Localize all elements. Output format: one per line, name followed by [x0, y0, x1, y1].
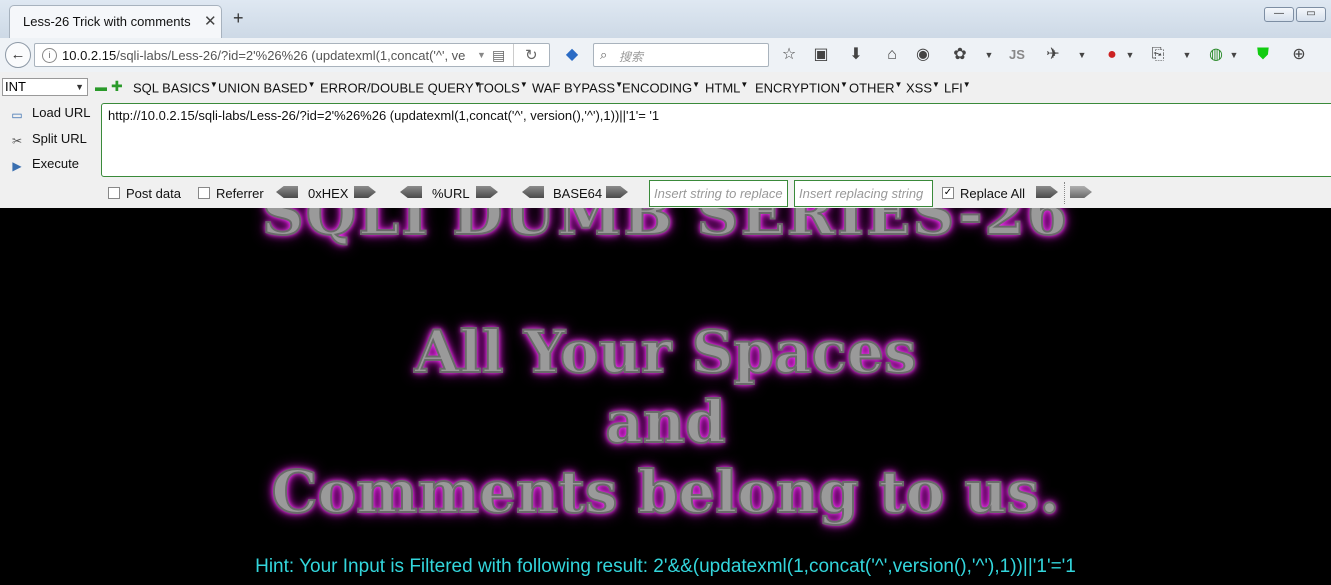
separator	[1064, 182, 1066, 204]
minus-icon[interactable]: ▬	[95, 80, 107, 94]
menu-other[interactable]: OTHER▼	[849, 80, 902, 95]
palette-icon[interactable]: ✿	[950, 46, 970, 64]
hackbar-icon[interactable]: ●	[1102, 46, 1122, 64]
scissors-icon: ✂	[11, 134, 23, 148]
reading-list-icon[interactable]: ▣	[811, 46, 831, 64]
reload-icon[interactable]: ↻	[525, 46, 538, 64]
url-text: 10.0.2.15/sqli-labs/Less-26/?id=2'%26%26…	[62, 48, 482, 63]
bookmark-star-icon[interactable]: ☆	[779, 46, 799, 64]
banner-line-3: Comments belong to us.	[270, 457, 1060, 527]
js-icon[interactable]: JS	[1007, 46, 1027, 64]
plus-icon[interactable]: ✚	[111, 78, 123, 95]
page-content: SQLI DUMB SERIES-26 All Your Spaces and …	[0, 208, 1331, 585]
tab-active[interactable]: Less-26 Trick with comments ✕	[9, 5, 222, 38]
reader-icon[interactable]: ▤	[492, 47, 505, 64]
pocket-icon[interactable]: ◆	[562, 46, 582, 64]
downloads-icon[interactable]: ⬇	[846, 46, 866, 64]
tab-title: Less-26 Trick with comments	[23, 14, 191, 29]
menu-sql-basics[interactable]: SQL BASICS▼	[133, 80, 218, 95]
replace-all-label: Replace All	[960, 186, 1026, 201]
nav-bar: ← i 10.0.2.15/sqli-labs/Less-26/?id=2'%2…	[0, 38, 1331, 73]
search-input[interactable]: ⌕ 搜索	[593, 43, 769, 67]
dropdown-icon[interactable]: ▼	[477, 50, 486, 60]
menu-encryption[interactable]: ENCRYPTION▼	[755, 80, 848, 95]
menu-xss[interactable]: XSS▼	[906, 80, 940, 95]
play-icon: ▶	[12, 159, 22, 173]
search-placeholder: 搜索	[619, 50, 644, 64]
load-url-icon: ▭	[11, 108, 23, 122]
satellite-icon[interactable]: ✈	[1043, 46, 1063, 64]
menu-union-based[interactable]: UNION BASED▼	[218, 80, 316, 95]
url-bar[interactable]: i 10.0.2.15/sqli-labs/Less-26/?id=2'%26%…	[34, 43, 550, 67]
filter-hint: Hint: Your Input is Filtered with follow…	[255, 556, 1076, 577]
info-icon[interactable]: i	[42, 48, 57, 63]
replace-all-checkbox[interactable]: ✓	[942, 187, 954, 199]
banner-title: SQLI DUMB SERIES-26	[261, 208, 1070, 249]
url-path: /sqli-labs/Less-26/?id=2'%26%26 (updatex…	[116, 48, 466, 63]
url-divider	[513, 44, 514, 66]
menu-encoding[interactable]: ENCODING▼	[622, 80, 700, 95]
execute-button[interactable]: ▶ Execute	[10, 156, 79, 173]
dropdown-icon[interactable]: ▼	[1072, 46, 1092, 64]
type-select-value: INT	[5, 79, 26, 94]
menu-tools[interactable]: TOOLS▼	[476, 80, 528, 95]
clipboard-icon[interactable]: ⎘	[1148, 46, 1168, 64]
back-button[interactable]: ←	[5, 42, 31, 68]
referrer-label: Referrer	[216, 186, 264, 201]
base64-label: BASE64	[553, 186, 603, 201]
chevron-down-icon: ▼	[75, 82, 84, 92]
post-data-label: Post data	[126, 186, 181, 201]
post-data-checkbox[interactable]	[108, 187, 120, 199]
load-url-button[interactable]: ▭ Load URL	[10, 105, 90, 122]
minimize-button[interactable]: —	[1264, 7, 1294, 22]
globe-icon[interactable]: ◍	[1206, 46, 1226, 64]
replace-string-input[interactable]: Insert string to replace	[649, 180, 788, 207]
referrer-checkbox[interactable]	[198, 187, 210, 199]
dropdown-icon[interactable]: ▼	[979, 46, 999, 64]
replacing-string-input[interactable]: Insert replacing string	[794, 180, 933, 207]
hex-label: 0xHEX	[308, 186, 349, 201]
new-tab-button[interactable]: +	[233, 9, 244, 27]
split-url-button[interactable]: ✂ Split URL	[10, 131, 87, 148]
tab-close-icon[interactable]: ✕	[204, 12, 217, 30]
menu-lfi[interactable]: LFI▼	[944, 80, 971, 95]
menu-error-double-query[interactable]: ERROR/DOUBLE QUERY▼	[320, 80, 482, 95]
menu-html[interactable]: HTML▼	[705, 80, 748, 95]
dropdown-icon[interactable]: ▼	[1224, 46, 1244, 64]
menu-waf-bypass[interactable]: WAF BYPASS▼	[532, 80, 623, 95]
dropdown-icon[interactable]: ▼	[1120, 46, 1140, 64]
search-icon: ⌕	[600, 47, 608, 62]
url-textarea[interactable]: http://10.0.2.15/sqli-labs/Less-26/?id=2…	[101, 103, 1331, 177]
home-icon[interactable]: ⌂	[882, 46, 902, 64]
url-textarea-value: http://10.0.2.15/sqli-labs/Less-26/?id=2…	[108, 108, 660, 123]
url-host: 10.0.2.15	[62, 48, 117, 63]
banner-line-1: All Your Spaces	[413, 317, 917, 387]
addon-icon[interactable]: ◉	[913, 46, 933, 64]
dropdown-icon[interactable]: ▼	[1177, 46, 1197, 64]
maximize-button[interactable]: ▭	[1296, 7, 1326, 22]
tab-strip: Less-26 Trick with comments ✕ + — ▭	[0, 0, 1331, 39]
banner-line-2: and	[604, 387, 726, 457]
url-encoding-label: %URL	[432, 186, 470, 201]
shield-icon[interactable]: ⛊	[1253, 46, 1273, 64]
type-select[interactable]: INT ▼	[2, 78, 88, 96]
globe-alt-icon[interactable]: ⊕	[1289, 46, 1309, 64]
